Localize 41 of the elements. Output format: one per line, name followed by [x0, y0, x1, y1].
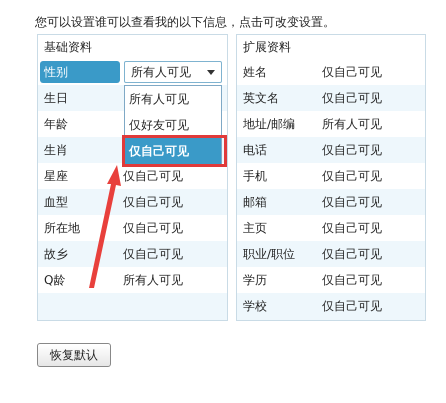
visibility-select[interactable]: 所有人可见 [124, 61, 222, 83]
field-label[interactable]: 所在地 [38, 219, 120, 237]
field-value: 仅自己可见 [322, 273, 382, 287]
field-value: 所有人可见 [322, 117, 382, 131]
field-value: 仅自己可见 [322, 143, 382, 157]
field-label[interactable]: 血型 [38, 193, 120, 211]
field-label[interactable]: 生日 [38, 89, 120, 107]
field-label[interactable]: 英文名 [237, 89, 319, 107]
panel-title: 基础资料 [43, 39, 93, 56]
field-value: 仅自己可见 [322, 91, 382, 105]
field-label[interactable]: 学校 [237, 297, 319, 315]
field-label[interactable]: 生肖 [38, 141, 120, 159]
field-value: 仅自己可见 [322, 247, 382, 261]
field-label[interactable]: Q龄 [38, 271, 120, 289]
field-label[interactable]: 姓名 [237, 63, 319, 81]
field-label[interactable]: 职业/职位 [237, 245, 319, 263]
field-label[interactable]: 星座 [38, 167, 120, 185]
field-value: 仅自己可见 [322, 299, 382, 313]
dropdown-option[interactable]: 所有人可见 [125, 86, 221, 112]
field-value: 所有人可见 [123, 273, 183, 287]
field-label[interactable]: 地址/邮编 [237, 115, 319, 133]
restore-default-button[interactable]: 恢复默认 [37, 343, 111, 367]
field-label[interactable]: 故乡 [38, 245, 120, 263]
field-value: 仅自己可见 [123, 195, 183, 209]
field-label[interactable]: 年龄 [38, 115, 120, 133]
field-value: 仅自己可见 [322, 195, 382, 209]
field-value: 仅自己可见 [123, 247, 183, 261]
field-label[interactable]: 邮箱 [237, 193, 319, 211]
field-value: 仅自己可见 [322, 65, 382, 79]
field-label[interactable]: 电话 [237, 141, 319, 159]
intro-text: 您可以设置谁可以查看我的以下信息，点击可改变设置。 [35, 14, 336, 31]
caret-icon [207, 70, 215, 74]
dropdown-option[interactable]: 仅好友可见 [125, 112, 221, 138]
field-value: 仅自己可见 [322, 169, 382, 183]
field-label[interactable]: 主页 [237, 219, 319, 237]
field-value: 仅自己可见 [123, 169, 183, 183]
field-value: 仅自己可见 [123, 221, 183, 235]
panel-title: 扩展资料 [242, 39, 292, 56]
field-value: 仅自己可见 [322, 221, 382, 235]
field-label[interactable]: 学历 [237, 271, 319, 289]
field-label[interactable]: 手机 [237, 167, 319, 185]
